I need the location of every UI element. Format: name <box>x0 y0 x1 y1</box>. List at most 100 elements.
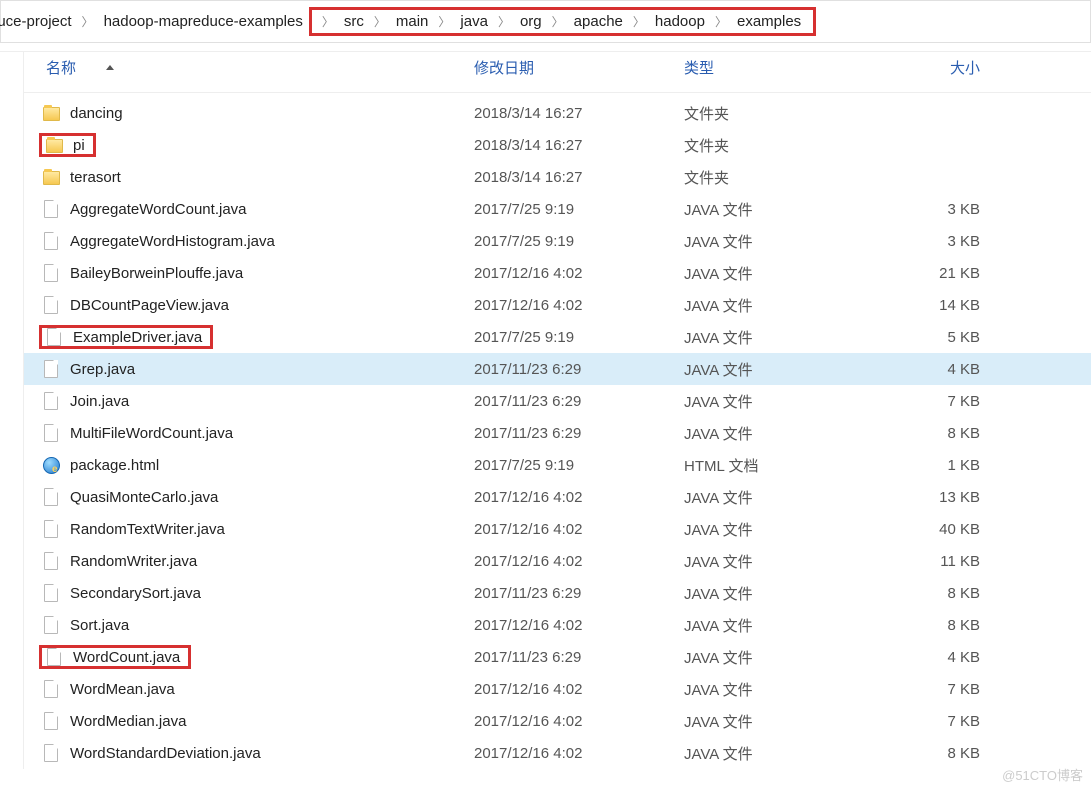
chevron-right-icon: 〉 <box>434 13 454 30</box>
file-date: 2018/3/14 16:27 <box>474 137 684 154</box>
file-icon <box>42 296 60 314</box>
file-row[interactable]: terasort2018/3/14 16:27文件夹 <box>24 161 1091 193</box>
file-name: SecondarySort.java <box>70 585 201 602</box>
explorer-main: 名称 修改日期 类型 大小 dancing2018/3/14 16:27文件夹p… <box>0 51 1091 769</box>
file-icon <box>42 200 60 218</box>
file-row[interactable]: AggregateWordCount.java2017/7/25 9:19JAV… <box>24 193 1091 225</box>
file-icon <box>45 648 63 666</box>
file-row[interactable]: SecondarySort.java 2017/11/23 6:29JAVA 文件… <box>24 577 1091 609</box>
file-name: AggregateWordHistogram.java <box>70 233 275 250</box>
breadcrumb-item[interactable]: java <box>454 10 494 33</box>
breadcrumb-item[interactable]: apache <box>568 10 629 33</box>
file-row[interactable]: AggregateWordHistogram.java 2017/7/25 9:1… <box>24 225 1091 257</box>
file-name: Grep.java <box>70 361 135 378</box>
file-row[interactable]: pi2018/3/14 16:27文件夹 <box>24 129 1091 161</box>
file-icon <box>42 680 60 698</box>
file-type: JAVA 文件 <box>684 391 884 412</box>
file-row[interactable]: MultiFileWordCount.java2017/11/23 6:29JA… <box>24 417 1091 449</box>
file-row[interactable]: package.html2017/7/25 9:19HTML 文档1 KB <box>24 449 1091 481</box>
breadcrumb-item[interactable]: src <box>338 10 370 33</box>
file-date: 2017/11/23 6:29 <box>474 425 684 442</box>
breadcrumb-item[interactable]: org <box>514 10 548 33</box>
file-row[interactable]: Join.java2017/11/23 6:29JAVA 文件7 KB <box>24 385 1091 417</box>
file-type: JAVA 文件 <box>684 743 884 764</box>
breadcrumb-item[interactable]: examples <box>731 10 807 33</box>
file-size: 3 KB <box>884 201 1004 218</box>
file-name: dancing <box>70 105 123 122</box>
file-icon <box>42 584 60 602</box>
column-headers: 名称 修改日期 类型 大小 <box>24 52 1091 93</box>
file-icon <box>42 392 60 410</box>
file-row[interactable]: ExampleDriver.java2017/7/25 9:19JAVA 文件5… <box>24 321 1091 353</box>
breadcrumb-highlight: 〉src〉main〉java〉org〉apache〉hadoop〉example… <box>309 7 816 36</box>
header-date[interactable]: 修改日期 <box>474 57 684 78</box>
breadcrumb-item[interactable]: main <box>390 10 435 33</box>
breadcrumb-item[interactable]: duce-project <box>0 10 78 33</box>
file-name: WordCount.java <box>73 649 180 666</box>
file-date: 2017/11/23 6:29 <box>474 361 684 378</box>
file-row[interactable]: Grep.java2017/11/23 6:29JAVA 文件4 KB <box>24 353 1091 385</box>
file-icon <box>42 520 60 538</box>
file-type: JAVA 文件 <box>684 551 884 572</box>
file-name: pi <box>73 137 85 154</box>
file-row[interactable]: WordStandardDeviation.java2017/12/16 4:0… <box>24 737 1091 769</box>
file-rows: dancing2018/3/14 16:27文件夹 pi 2018/3/14 16:… <box>24 93 1091 769</box>
header-type[interactable]: 类型 <box>684 57 884 78</box>
file-date: 2017/12/16 4:02 <box>474 265 684 282</box>
file-icon <box>42 424 60 442</box>
breadcrumb-item[interactable]: hadoop-mapreduce-examples <box>98 10 309 33</box>
file-row[interactable]: QuasiMonteCarlo.java2017/12/16 4:02JAVA … <box>24 481 1091 513</box>
file-icon <box>42 232 60 250</box>
file-size: 14 KB <box>884 297 1004 314</box>
file-date: 2017/7/25 9:19 <box>474 233 684 250</box>
chevron-right-icon: 〉 <box>629 13 649 30</box>
file-row[interactable]: RandomTextWriter.java2017/12/16 4:02JAVA… <box>24 513 1091 545</box>
breadcrumb-item[interactable]: hadoop <box>649 10 711 33</box>
file-date: 2017/7/25 9:19 <box>474 201 684 218</box>
file-date: 2017/12/16 4:02 <box>474 713 684 730</box>
file-type: JAVA 文件 <box>684 295 884 316</box>
header-name[interactable]: 名称 <box>24 57 474 78</box>
file-icon <box>42 360 60 378</box>
file-size: 11 KB <box>884 553 1004 570</box>
file-date: 2017/12/16 4:02 <box>474 617 684 634</box>
file-date: 2017/11/23 6:29 <box>474 585 684 602</box>
watermark: @51CTO博客 <box>1002 765 1083 784</box>
chevron-right-icon: 〉 <box>548 13 568 30</box>
file-size: 4 KB <box>884 649 1004 666</box>
file-type: JAVA 文件 <box>684 519 884 540</box>
file-type: JAVA 文件 <box>684 711 884 732</box>
file-icon <box>42 744 60 762</box>
file-type: 文件夹 <box>684 167 884 188</box>
header-size[interactable]: 大小 <box>884 57 1004 78</box>
highlight-box: ExampleDriver.java <box>39 325 213 349</box>
file-icon <box>42 552 60 570</box>
file-type: JAVA 文件 <box>684 487 884 508</box>
file-type: JAVA 文件 <box>684 263 884 284</box>
file-row[interactable]: BaileyBorweinPlouffe.java 2017/12/16 4:02… <box>24 257 1091 289</box>
folder-icon <box>42 104 60 122</box>
chevron-right-icon: 〉 <box>318 13 338 30</box>
file-size: 7 KB <box>884 713 1004 730</box>
highlight-box: WordCount.java <box>39 645 191 669</box>
file-row[interactable]: DBCountPageView.java2017/12/16 4:02JAVA … <box>24 289 1091 321</box>
chevron-right-icon: 〉 <box>370 13 390 30</box>
file-size: 3 KB <box>884 233 1004 250</box>
chevron-right-icon: 〉 <box>78 15 98 29</box>
file-row[interactable]: WordCount.java2017/11/23 6:29JAVA 文件4 KB <box>24 641 1091 673</box>
file-row[interactable]: Sort.java2017/12/16 4:02JAVA 文件8 KB <box>24 609 1091 641</box>
file-type: JAVA 文件 <box>684 615 884 636</box>
file-row[interactable]: RandomWriter.java2017/12/16 4:02JAVA 文件1… <box>24 545 1091 577</box>
file-row[interactable]: WordMean.java2017/12/16 4:02JAVA 文件7 KB <box>24 673 1091 705</box>
file-row[interactable]: WordMedian.java 2017/12/16 4:02JAVA 文件7 K… <box>24 705 1091 737</box>
file-type: JAVA 文件 <box>684 583 884 604</box>
file-size: 8 KB <box>884 745 1004 762</box>
file-icon <box>42 264 60 282</box>
file-name: WordMedian.java <box>70 713 186 730</box>
file-name: BaileyBorweinPlouffe.java <box>70 265 243 282</box>
breadcrumb-bar: duce-project〉hadoop-mapreduce-examples 〉… <box>0 0 1091 43</box>
file-size: 13 KB <box>884 489 1004 506</box>
file-date: 2017/12/16 4:02 <box>474 681 684 698</box>
file-row[interactable]: dancing2018/3/14 16:27文件夹 <box>24 97 1091 129</box>
file-list-panel: 名称 修改日期 类型 大小 dancing2018/3/14 16:27文件夹p… <box>24 52 1091 769</box>
